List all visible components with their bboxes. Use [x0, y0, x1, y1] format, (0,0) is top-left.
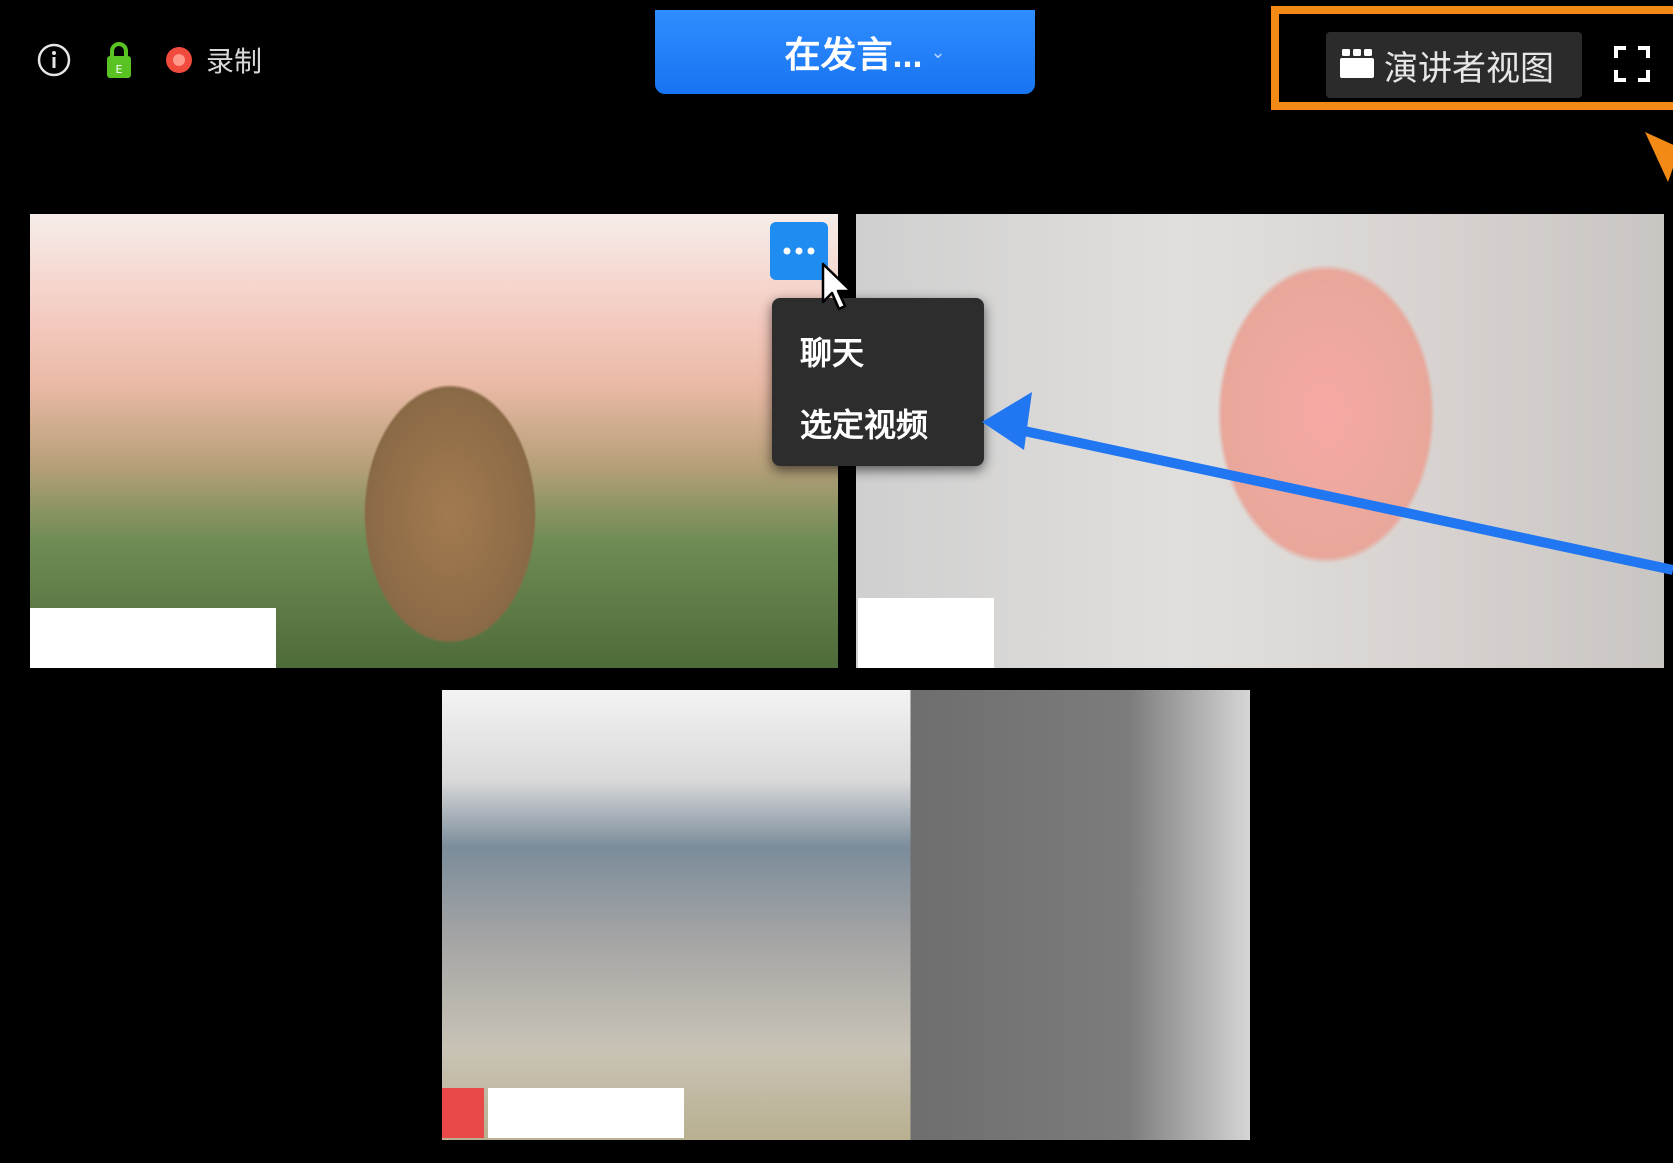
fullscreen-icon[interactable] [1612, 44, 1652, 84]
gallery-icon [1338, 46, 1376, 85]
participant-name-plate [30, 608, 276, 668]
info-icon[interactable] [36, 42, 72, 78]
participant-video-1[interactable] [30, 214, 838, 668]
speaking-banner[interactable]: 在发言... ⌄ [655, 10, 1035, 94]
view-controls-highlight: 演讲者视图 [1271, 6, 1673, 110]
participant-video-3[interactable] [442, 690, 1250, 1140]
menu-item-chat[interactable]: 聊天 [800, 328, 864, 374]
speaker-view-button[interactable]: 演讲者视图 [1326, 32, 1582, 98]
status-bar: E 录制 [36, 40, 262, 80]
mic-status-badge [442, 1088, 484, 1138]
speaker-view-label: 演讲者视图 [1384, 49, 1554, 88]
participant-context-menu: 聊天 选定视频 [772, 298, 984, 466]
recording-label[interactable]: 录制 [206, 40, 262, 80]
svg-text:E: E [116, 63, 123, 76]
record-icon[interactable] [164, 45, 194, 75]
chevron-down-icon: ⌄ [930, 41, 946, 62]
lock-icon[interactable]: E [104, 40, 134, 80]
speaking-label: 在发言... [784, 34, 923, 75]
meeting-window: E 录制 在发言... ⌄ 演讲者视图 聊天 选定视频 [0, 0, 1673, 1163]
participant-name-plate [488, 1088, 684, 1138]
cursor-icon [820, 262, 856, 314]
menu-item-select-video[interactable]: 选定视频 [800, 400, 928, 446]
participant-name-plate [858, 598, 994, 668]
